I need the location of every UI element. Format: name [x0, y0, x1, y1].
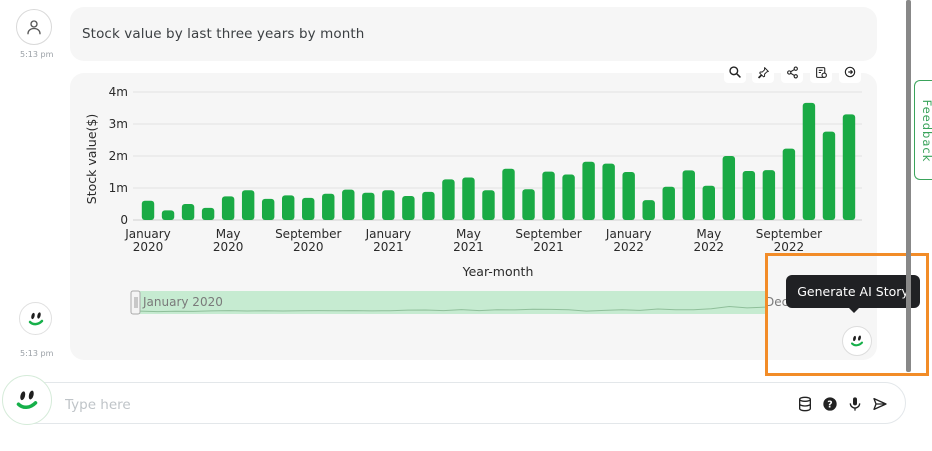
x-axis-label: Year-month [462, 264, 534, 279]
feedback-label: Feedback [920, 99, 932, 163]
bar-2021-03[interactable] [422, 191, 435, 220]
microphone-icon[interactable] [846, 395, 864, 413]
x-tick-label: 2021 [533, 240, 564, 254]
bar-2022-07[interactable] [742, 171, 756, 220]
x-tick-label: January [605, 227, 652, 241]
bar-2021-06[interactable] [482, 190, 495, 220]
bar-2021-01[interactable] [382, 190, 395, 220]
x-tick-label: 2022 [613, 240, 644, 254]
bar-2021-05[interactable] [462, 177, 475, 220]
chat-window: 5:13 pm Stock value by last three years … [0, 0, 932, 451]
bar-2020-10[interactable] [322, 193, 335, 220]
x-tick-label: January [124, 227, 171, 241]
bar-2020-12[interactable] [362, 192, 375, 220]
bot-face-icon [28, 311, 43, 325]
svg-text:?: ? [827, 399, 832, 410]
bar-2022-01[interactable] [622, 172, 635, 220]
database-icon[interactable] [796, 395, 814, 413]
bar-2022-08[interactable] [762, 170, 776, 220]
x-tick-label: 2020 [213, 240, 244, 254]
feedback-tab[interactable]: Feedback [914, 80, 932, 180]
x-tick-label: January [365, 227, 412, 241]
bar-2021-10[interactable] [562, 174, 575, 220]
x-tick-label: 2021 [453, 240, 484, 254]
y-tick-label: 1m [109, 181, 128, 195]
bar-2022-05[interactable] [702, 185, 716, 220]
x-tick-label: 2020 [293, 240, 324, 254]
y-tick-label: 3m [109, 117, 128, 131]
bar-2021-11[interactable] [582, 161, 595, 220]
x-tick-label: 2021 [373, 240, 404, 254]
bar-2020-08[interactable] [281, 195, 295, 220]
x-tick-label: May [696, 227, 721, 241]
bar-2020-09[interactable] [302, 197, 315, 220]
help-icon[interactable]: ? [821, 395, 839, 413]
bar-2022-03[interactable] [662, 186, 675, 220]
y-tick-label: 0 [120, 213, 128, 227]
bar-2022-02[interactable] [642, 200, 655, 220]
bot-avatar [19, 302, 52, 335]
bar-2021-12[interactable] [602, 163, 615, 220]
bar-2021-04[interactable] [442, 179, 455, 220]
bar-2020-04[interactable] [201, 207, 215, 220]
highlight-box [765, 253, 929, 376]
x-tick-label: September [515, 227, 581, 241]
y-tick-label: 2m [109, 149, 128, 163]
x-tick-label: September [275, 227, 341, 241]
y-axis-label: Stock value($) [84, 114, 99, 204]
range-slider-start-label: January 2020 [142, 295, 223, 309]
scrollbar[interactable] [906, 0, 911, 372]
range-slider-handle[interactable] [130, 290, 141, 315]
bar-2021-09[interactable] [542, 171, 555, 220]
bar-2020-05[interactable] [221, 196, 235, 220]
bar-2020-02[interactable] [161, 210, 175, 220]
y-tick-label: 4m [109, 85, 128, 99]
bot-face-icon [16, 390, 38, 410]
x-tick-label: 2020 [133, 240, 164, 254]
bar-2020-03[interactable] [181, 204, 195, 220]
bar-2022-06[interactable] [722, 156, 736, 220]
message-composer: ? [10, 382, 906, 424]
x-tick-label: 2022 [774, 240, 805, 254]
bar-2022-09[interactable] [782, 148, 796, 220]
bar-2020-06[interactable] [241, 190, 255, 220]
bar-2020-07[interactable] [261, 198, 275, 220]
bar-2020-11[interactable] [342, 189, 355, 220]
x-tick-label: 2022 [694, 240, 725, 254]
message-input[interactable] [63, 392, 767, 418]
bar-2022-04[interactable] [682, 170, 695, 220]
send-icon[interactable] [871, 395, 889, 413]
bar-2020-01[interactable] [141, 200, 155, 220]
bar-2022-10[interactable] [802, 102, 816, 220]
bot-message-time: 5:13 pm [20, 349, 54, 358]
bar-2021-08[interactable] [522, 189, 535, 220]
x-tick-label: May [456, 227, 481, 241]
composer-bot-avatar [2, 375, 52, 425]
bar-2022-11[interactable] [822, 131, 836, 220]
x-tick-label: September [756, 227, 822, 241]
bar-2022-12[interactable] [842, 114, 856, 220]
bar-2021-02[interactable] [402, 196, 415, 220]
x-tick-label: May [216, 227, 241, 241]
bar-2021-07[interactable] [502, 168, 515, 220]
